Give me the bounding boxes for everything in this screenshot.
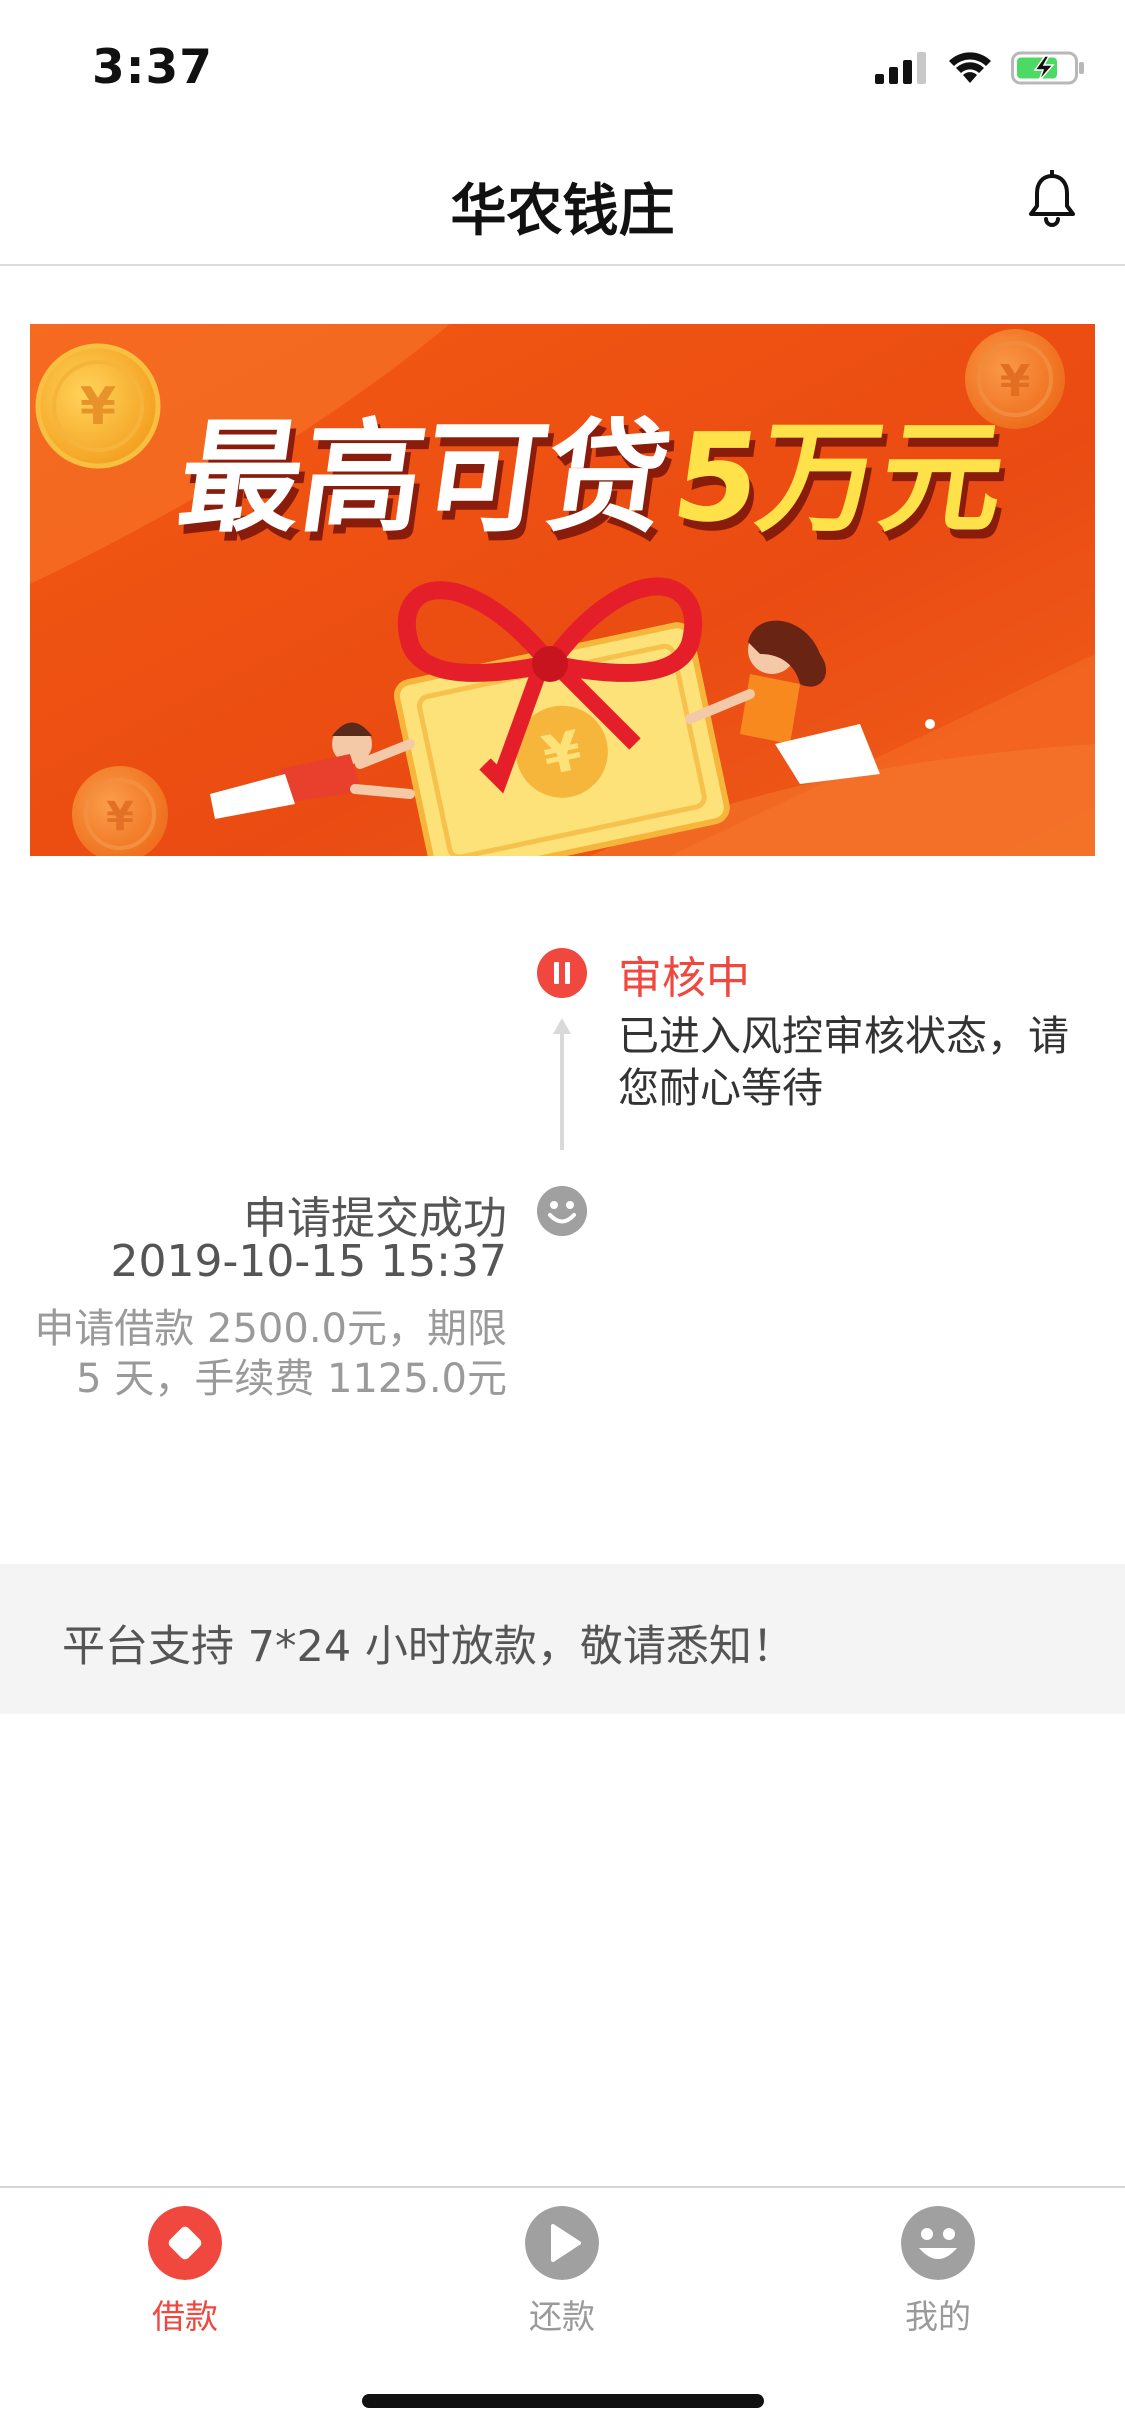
svg-text:最高可贷: 最高可贷 [170,407,678,549]
coin-icon: ¥ [35,343,161,469]
page-title: 华农钱庄 [450,179,675,244]
tab-repay-label: 还款 [529,2297,595,2336]
svg-text:¥: ¥ [80,377,116,437]
home-indicator [362,2394,764,2408]
submit-time: 2019-10-15 15:37 [110,1236,508,1287]
tab-mine-label: 我的 [905,2297,971,2336]
status-bar: 3:37 [0,0,1125,132]
tab-borrow-label: 借款 [152,2297,218,2336]
svg-text:5万元: 5万元 [664,407,1013,549]
status-title: 审核中 [618,953,750,1004]
play-icon [525,2206,599,2280]
svg-text:¥: ¥ [106,794,134,840]
bell-icon[interactable] [1025,170,1079,230]
notice-text: 平台支持 7*24 小时放款，敬请悉知！ [62,1622,795,1672]
loan-status-timeline: 审核中 已进入风控审核状态，请您耐心等待 申请提交成功 2019-10-15 1… [0,900,1125,1460]
promo-banner[interactable]: ¥ ¥ ¥ 最高可贷 最高可贷 5万元 5万元 ¥ [30,324,1095,856]
wifi-icon [949,52,991,83]
app-screen: 3:37 华农钱庄 ¥ ¥ ¥ 最高可贷 最高可贷 5万元 5万元 ¥ 审核中 … [0,0,1125,2436]
banner-headline: 最高可贷 最高可贷 5万元 5万元 [170,407,1018,558]
signal-icon [875,52,926,84]
banner-illustration: ¥ ¥ ¥ 最高可贷 最高可贷 5万元 5万元 ¥ [30,324,1095,856]
status-description: 已进入风控审核状态，请您耐心等待 [618,1012,1069,1112]
tab-mine[interactable]: 我的 [838,2206,1038,2338]
timeline-connector [560,1025,564,1150]
svg-text:¥: ¥ [1000,356,1031,407]
smiley-icon [537,1186,587,1236]
status-icons [875,48,1085,88]
status-time: 3:37 [92,40,213,95]
notice-bar: 平台支持 7*24 小时放款，敬请悉知！ [0,1564,1125,1714]
battery-charging-icon [1011,51,1084,85]
smiley-icon [901,2206,975,2280]
pause-icon [537,948,587,998]
diamond-icon [148,2206,222,2280]
nav-bar: 华农钱庄 [0,132,1125,266]
tab-repay[interactable]: 还款 [462,2206,662,2338]
tab-borrow[interactable]: 借款 [85,2206,285,2338]
submit-description: 申请借款 2500.0元，期限 5 天，手续费 1125.0元 [34,1306,507,1402]
